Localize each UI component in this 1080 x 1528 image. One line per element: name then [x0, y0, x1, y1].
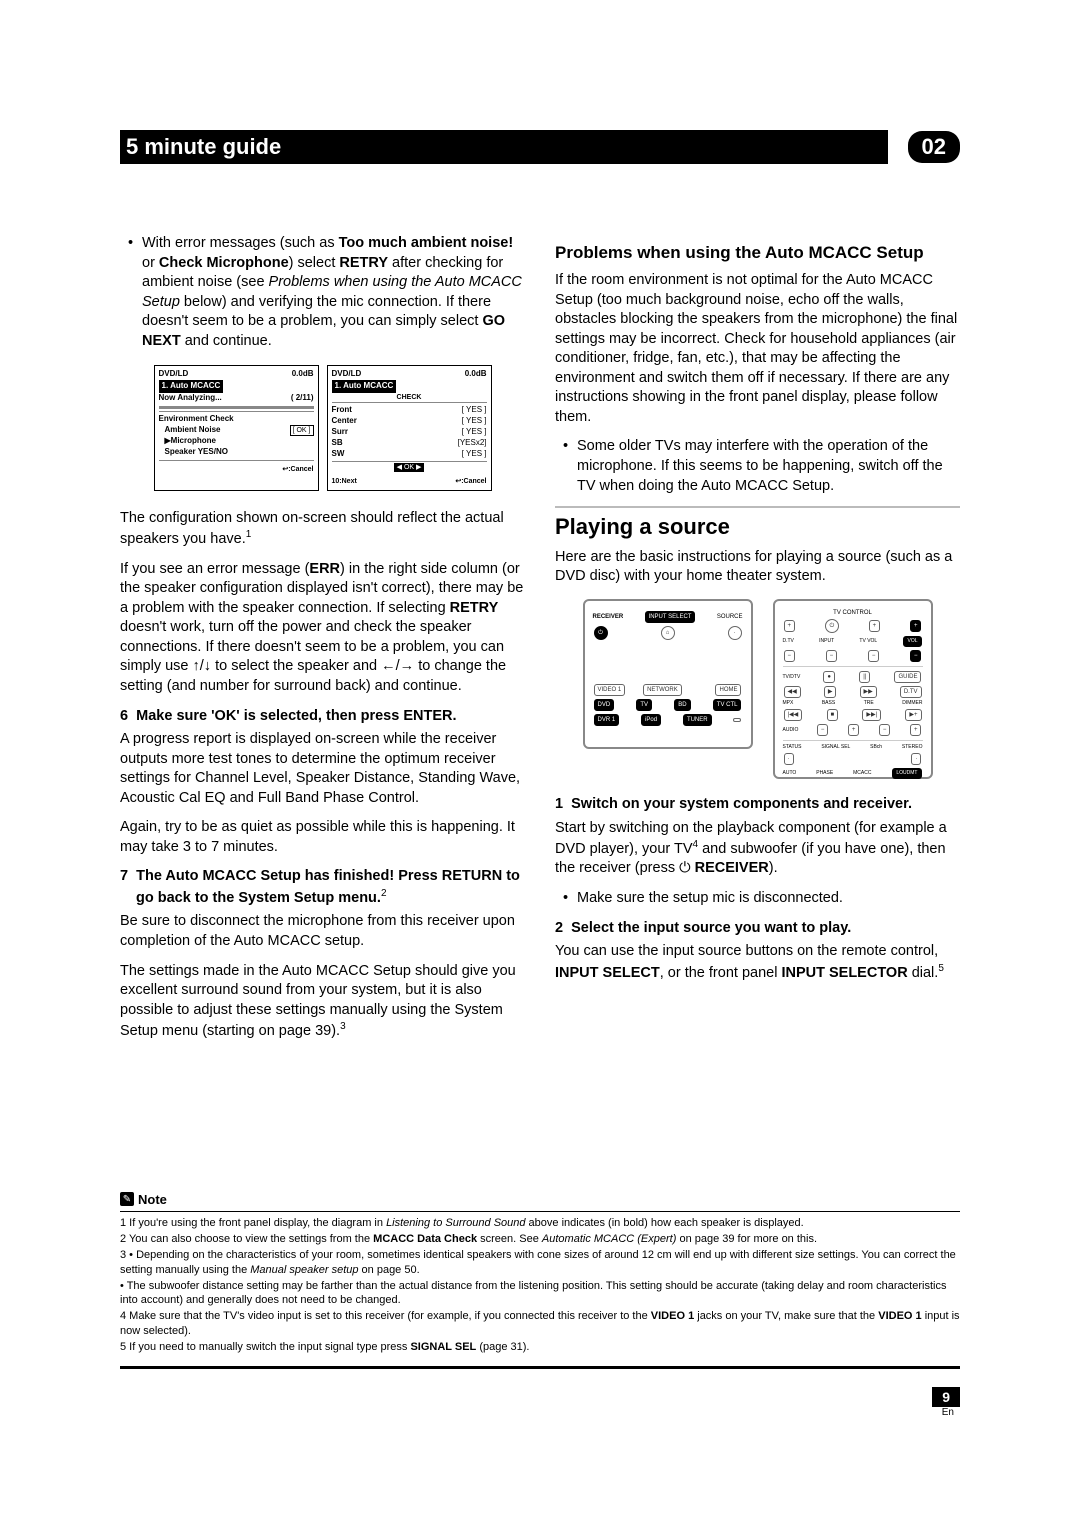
- note-icon: ✎: [120, 1192, 134, 1206]
- remote-diagram: RECEIVERINPUT SELECTSOURCE ⏻⌂· VIDEO 1NE…: [555, 599, 960, 779]
- paragraph: Here are the basic instructions for play…: [555, 548, 960, 587]
- paragraph: If you see an error message (ERR) in the…: [120, 560, 525, 697]
- paragraph: The settings made in the Auto MCACC Setu…: [120, 962, 525, 1042]
- screen-check: DVD/LD0.0dB 1. Auto MCACC CHECK Front[ Y…: [327, 365, 492, 490]
- step-r2: 2 Select the input source you want to pl…: [555, 919, 960, 939]
- chapter-number: 02: [908, 131, 960, 163]
- paragraph: Start by switching on the playback compo…: [555, 819, 960, 880]
- bullet-tv-interfere: Some older TVs may interfere with the op…: [555, 437, 960, 496]
- section-title: 5 minute guide: [120, 130, 888, 164]
- step-r1: 1 Switch on your system components and r…: [555, 795, 960, 815]
- paragraph: If the room environment is not optimal f…: [555, 271, 960, 428]
- onscreen-diagrams: DVD/LD0.0dB 1. Auto MCACC Now Analyzing.…: [120, 365, 525, 490]
- screen-analyzing: DVD/LD0.0dB 1. Auto MCACC Now Analyzing.…: [154, 365, 319, 490]
- heading-problems: Problems when using the Auto MCACC Setup: [555, 242, 960, 265]
- footnotes: 1 If you're using the front panel displa…: [120, 1211, 960, 1370]
- note-label: Note: [138, 1192, 167, 1207]
- heading-playing: Playing a source: [555, 506, 960, 542]
- page-lang: En: [120, 1407, 960, 1418]
- paragraph: Be sure to disconnect the microphone fro…: [120, 912, 525, 951]
- paragraph: A progress report is displayed on-screen…: [120, 730, 525, 808]
- step-6: 6 Make sure 'OK' is selected, then press…: [120, 707, 525, 727]
- paragraph: The configuration shown on-screen should…: [120, 509, 525, 550]
- paragraph: Again, try to be as quiet as possible wh…: [120, 818, 525, 857]
- bullet-mic-disconnect: Make sure the setup mic is disconnected.: [555, 889, 960, 909]
- page-number: 9: [932, 1387, 960, 1407]
- bullet-error-retry: With error messages (such as Too much am…: [120, 234, 525, 351]
- step-7: 7 The Auto MCACC Setup has finished! Pre…: [120, 867, 525, 908]
- paragraph: You can use the input source buttons on …: [555, 942, 960, 983]
